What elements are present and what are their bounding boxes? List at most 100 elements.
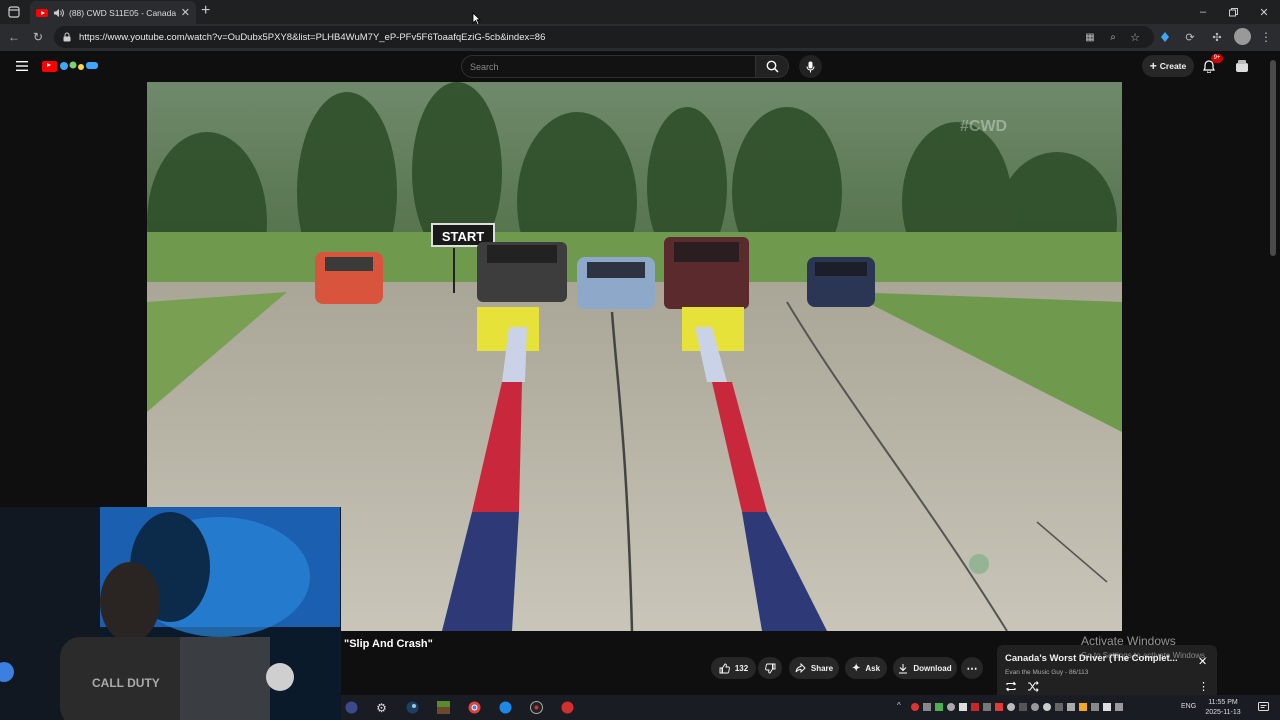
tray-icon[interactable] <box>1007 703 1015 711</box>
browser-menu-icon[interactable]: ⋮ <box>1256 27 1276 47</box>
suv-maroon <box>664 237 749 309</box>
notification-center-icon[interactable] <box>1258 702 1269 712</box>
tray-icon[interactable] <box>995 703 1003 711</box>
minimize-icon[interactable]: – <box>1188 0 1218 24</box>
youtube-logo[interactable] <box>42 60 99 72</box>
like-button[interactable]: 132 <box>711 657 756 679</box>
search-input[interactable]: Search <box>461 55 756 78</box>
thumbs-down-icon <box>764 663 776 674</box>
tray-icon[interactable] <box>923 703 931 711</box>
tray-icon[interactable] <box>911 703 919 711</box>
search-icon <box>766 60 779 73</box>
browser-tab[interactable]: (88) CWD S11E05 - Canada's ✕ <box>30 1 196 24</box>
create-label: Create <box>1159 61 1187 71</box>
profile-avatar[interactable] <box>1234 28 1251 45</box>
tray-icon[interactable] <box>1019 703 1027 711</box>
webcam-image: CALL DUTY <box>0 507 341 720</box>
tray-icon[interactable] <box>935 703 943 711</box>
tray-icon[interactable] <box>971 703 979 711</box>
activate-windows-subtitle: Go to Settings to activate Windows. <box>1081 651 1208 660</box>
tray-icon[interactable] <box>1067 703 1075 711</box>
favorite-star-icon[interactable]: ☆ <box>1125 27 1145 47</box>
playlist-menu-icon[interactable]: ⋮ <box>1198 680 1209 693</box>
download-button[interactable]: Download <box>893 657 957 679</box>
webcam-overlay: CALL DUTY <box>0 507 341 720</box>
sync-icon[interactable]: ⟳ <box>1180 27 1200 47</box>
shuffle-icon[interactable] <box>1027 681 1039 692</box>
video-watermark: #CWD <box>960 118 1008 135</box>
zoom-icon[interactable]: ⌕ <box>1103 27 1123 47</box>
svg-text:CALL DUTY: CALL DUTY <box>92 676 160 690</box>
site-info-icon[interactable] <box>62 32 72 42</box>
system-clock[interactable]: 11:55 PM 2025-11-13 <box>1196 698 1250 718</box>
network-tray-icon[interactable] <box>1115 703 1123 711</box>
youtube-favicon-icon <box>36 8 48 17</box>
clock-date: 2025-11-13 <box>1205 709 1241 716</box>
doodle-logo-icon <box>60 61 98 70</box>
playlist-subtitle: Evan the Music Guy - 86/113 <box>1005 669 1089 676</box>
tray-icon[interactable] <box>1055 703 1063 711</box>
share-label: Share <box>810 663 834 673</box>
notification-count-badge: 9+ <box>1211 54 1223 63</box>
hamburger-menu-icon[interactable] <box>16 61 28 71</box>
tray-icon[interactable] <box>1091 703 1099 711</box>
car-red <box>315 252 383 304</box>
microphone-icon <box>806 61 815 73</box>
tray-icon[interactable] <box>1031 703 1039 711</box>
close-tab-icon[interactable]: ✕ <box>181 6 190 19</box>
loop-icon[interactable] <box>1005 681 1017 692</box>
steam-icon[interactable] <box>403 698 422 717</box>
tray-icon[interactable] <box>983 703 991 711</box>
car-navy <box>807 257 875 307</box>
windows-taskbar: ⚙ ^ <box>341 695 1280 720</box>
voice-search-button[interactable] <box>799 55 822 78</box>
account-avatar-icon[interactable] <box>1235 59 1249 73</box>
more-horizontal-icon: ⋯ <box>966 662 978 675</box>
speaker-icon[interactable] <box>53 8 64 18</box>
ask-button[interactable]: ✦ Ask <box>845 657 887 679</box>
sparkle-icon: ✦ <box>851 662 861 674</box>
close-window-icon[interactable]: ✕ <box>1249 0 1279 24</box>
recording-app-icon[interactable] <box>558 698 577 717</box>
create-button[interactable]: + Create <box>1142 55 1194 77</box>
tray-icon[interactable] <box>1043 703 1051 711</box>
extension-icon[interactable] <box>1155 27 1175 47</box>
scrollbar-thumb[interactable] <box>1270 60 1276 256</box>
edge-icon[interactable] <box>496 698 515 717</box>
system-tray <box>911 703 1123 711</box>
search-button[interactable] <box>756 55 789 78</box>
more-actions-button[interactable]: ⋯ <box>961 657 983 679</box>
tab-actions-icon[interactable] <box>8 6 20 18</box>
language-indicator[interactable]: ENG <box>1181 703 1196 710</box>
video-title: "Slip And Crash" <box>344 638 433 650</box>
tray-overflow-icon[interactable]: ^ <box>897 701 901 710</box>
obs-icon[interactable] <box>527 698 546 717</box>
tray-icon[interactable] <box>1079 703 1087 711</box>
browser-tab-strip: (88) CWD S11E05 - Canada's ✕ + – ✕ <box>0 0 1280 25</box>
url-field[interactable]: https://www.youtube.com/watch?v=OuDubx5P… <box>54 26 1154 48</box>
tab-title: (88) CWD S11E05 - Canada's <box>69 7 176 18</box>
start-sign-text: START <box>442 229 484 244</box>
chrome-icon[interactable] <box>465 698 484 717</box>
extensions-puzzle-icon[interactable]: ✣ <box>1207 27 1227 47</box>
pickup-truck <box>477 242 567 302</box>
taskbar-app-icon[interactable] <box>342 698 361 717</box>
new-tab-icon[interactable]: + <box>201 3 210 19</box>
tray-icon[interactable] <box>959 703 967 711</box>
settings-gear-icon[interactable]: ⚙ <box>372 698 391 717</box>
back-icon[interactable]: ← <box>4 27 24 47</box>
restore-icon[interactable] <box>1218 0 1248 24</box>
reader-mode-icon[interactable]: ▦ <box>1080 27 1100 47</box>
url-text: https://www.youtube.com/watch?v=OuDubx5P… <box>79 31 546 43</box>
minecraft-icon[interactable] <box>434 698 453 717</box>
dislike-button[interactable] <box>758 657 782 679</box>
refresh-icon[interactable]: ↻ <box>28 27 48 47</box>
tray-icon[interactable] <box>947 703 955 711</box>
share-button[interactable]: Share <box>789 657 839 679</box>
address-bar-row: ← ↻ https://www.youtube.com/watch?v=OuDu… <box>0 24 1280 51</box>
youtube-play-logo-icon <box>42 60 57 72</box>
thumbs-up-icon <box>719 663 730 674</box>
download-label: Download <box>913 663 952 673</box>
ask-label: Ask <box>865 663 881 673</box>
speaker-tray-icon[interactable] <box>1103 703 1111 711</box>
